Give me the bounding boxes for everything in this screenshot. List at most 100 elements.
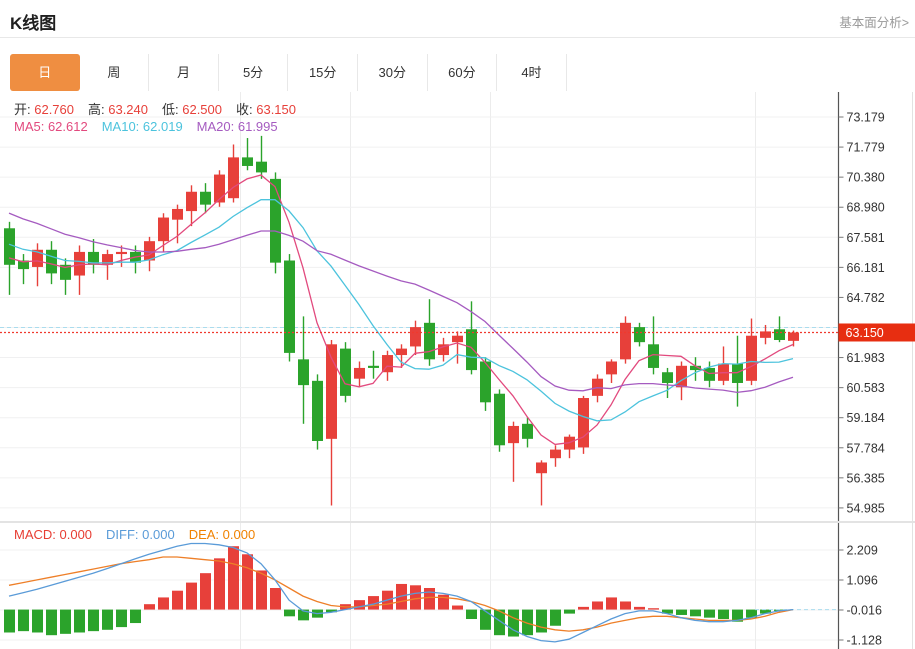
- macd-bar: [270, 588, 281, 610]
- candle-body: [396, 349, 407, 355]
- macd-bar: [676, 610, 687, 615]
- candle-body: [242, 157, 253, 166]
- macd-bar: [620, 601, 631, 609]
- tab-60分[interactable]: 60分: [428, 54, 498, 91]
- ma-legend: MA5: 62.612MA10: 62.019MA20: 61.995: [14, 119, 292, 134]
- candle-body: [116, 252, 127, 254]
- price-tick-label: 56.385: [847, 471, 885, 485]
- macd-bar: [704, 610, 715, 618]
- candle-body: [774, 329, 785, 340]
- price-tick-label: 64.782: [847, 291, 885, 305]
- candle-body: [284, 261, 295, 353]
- macd-bar: [18, 610, 29, 632]
- macd-bar: [74, 610, 85, 633]
- candle-body: [466, 329, 477, 370]
- candle-body: [354, 368, 365, 379]
- candlestick-chart[interactable]: 73.17971.77970.38068.98067.58166.18164.7…: [0, 92, 915, 522]
- macd-bar: [242, 554, 253, 609]
- macd-bar: [592, 601, 603, 609]
- candle-body: [424, 323, 435, 360]
- candle-body: [662, 372, 673, 383]
- legend-item: MA5: 62.612: [14, 119, 88, 134]
- price-tick-label: 68.980: [847, 201, 885, 215]
- candle-body: [746, 336, 757, 381]
- candle-body: [550, 450, 561, 459]
- legend-item: DEA: 0.000: [189, 527, 256, 542]
- legend-item: 高: 63.240: [88, 102, 148, 117]
- candle-body: [676, 366, 687, 387]
- tab-30分[interactable]: 30分: [358, 54, 428, 91]
- macd-tick-label: 1.096: [847, 574, 878, 588]
- legend-item: 低: 62.500: [162, 102, 222, 117]
- macd-bar: [424, 588, 435, 610]
- price-tick-label: 59.184: [847, 411, 885, 425]
- macd-bar: [214, 558, 225, 609]
- candle-body: [522, 424, 533, 439]
- legend-item: 开: 62.760: [14, 102, 74, 117]
- candle-body: [298, 359, 309, 385]
- widget-header: K线图 基本面分析>: [0, 0, 915, 38]
- period-tabbar: 日周月5分15分30分60分4时: [10, 54, 567, 91]
- candle-body: [634, 327, 645, 342]
- price-tick-label: 71.779: [847, 141, 885, 155]
- macd-bar: [536, 610, 547, 633]
- macd-bar: [256, 570, 267, 609]
- candle-body: [606, 361, 617, 374]
- candle-body: [620, 323, 631, 360]
- macd-bar: [116, 610, 127, 628]
- candle-body: [410, 327, 421, 346]
- legend-item: MACD: 0.000: [14, 527, 92, 542]
- macd-bar: [88, 610, 99, 632]
- price-tick-label: 67.581: [847, 231, 885, 245]
- macd-axis: 2.2091.096-0.016-1.128: [839, 522, 913, 649]
- kline-widget: K线图 基本面分析> 日周月5分15分30分60分4时 开: 62.760 高: …: [0, 0, 915, 649]
- tab-4时[interactable]: 4时: [497, 54, 567, 91]
- macd-bar: [466, 610, 477, 619]
- tab-日[interactable]: 日: [10, 54, 80, 91]
- tab-15分[interactable]: 15分: [288, 54, 358, 91]
- candle-body: [508, 426, 519, 443]
- tab-月[interactable]: 月: [149, 54, 219, 91]
- legend-item: MA20: 61.995: [197, 119, 278, 134]
- macd-bar: [102, 610, 113, 630]
- candles-layer: [4, 136, 799, 506]
- macd-histogram: [4, 546, 785, 636]
- candle-body: [704, 368, 715, 381]
- macd-bar: [564, 610, 575, 614]
- macd-bar: [200, 573, 211, 609]
- macd-bar: [228, 546, 239, 609]
- candle-body: [536, 462, 547, 473]
- candle-body: [494, 394, 505, 446]
- macd-bar: [410, 585, 421, 609]
- fundamental-analysis-link[interactable]: 基本面分析>: [839, 12, 909, 31]
- candle-body: [46, 250, 57, 274]
- page-title: K线图: [10, 9, 56, 34]
- candle-body: [340, 349, 351, 396]
- macd-bar: [690, 610, 701, 617]
- candle-body: [578, 398, 589, 447]
- macd-bar: [550, 610, 561, 626]
- tab-5分[interactable]: 5分: [219, 54, 289, 91]
- macd-bar: [578, 607, 589, 610]
- candle-body: [312, 381, 323, 441]
- price-tick-label: 60.583: [847, 381, 885, 395]
- price-gridlines: [0, 92, 838, 521]
- candle-body: [368, 366, 379, 368]
- tab-周[interactable]: 周: [80, 54, 150, 91]
- legend-item: 收: 63.150: [236, 102, 296, 117]
- candle-body: [158, 218, 169, 242]
- macd-tick-label: -0.016: [847, 604, 882, 618]
- macd-bar: [158, 597, 169, 609]
- candle-body: [788, 332, 799, 340]
- macd-bar: [718, 610, 729, 619]
- macd-tick-label: 2.209: [847, 544, 878, 558]
- candle-body: [256, 162, 267, 173]
- macd-bar: [46, 610, 57, 636]
- macd-bar: [480, 610, 491, 630]
- candle-body: [200, 192, 211, 205]
- macd-bar: [186, 583, 197, 610]
- macd-bar: [60, 610, 71, 634]
- macd-bar: [284, 610, 295, 617]
- macd-bar: [634, 607, 645, 610]
- macd-bar: [648, 608, 659, 609]
